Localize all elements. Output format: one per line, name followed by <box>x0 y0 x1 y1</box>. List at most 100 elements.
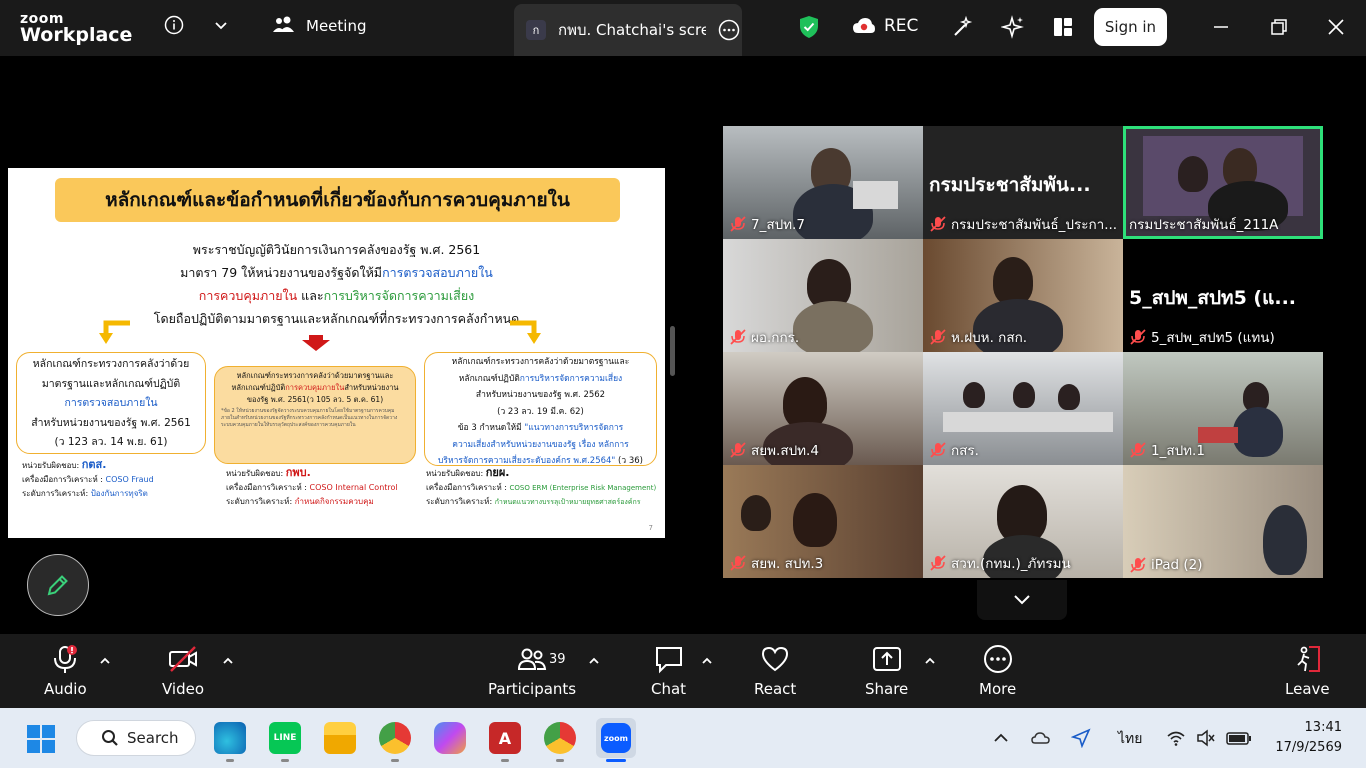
audio-button[interactable]: Audio <box>44 644 87 698</box>
participant-tile-active-speaker[interactable]: กรมประชาสัมพันธ์_211A <box>1123 126 1323 239</box>
participant-tile[interactable]: 5_สปพ_สปท5 (แ... 5_สปพ_สปท5 (แทน) <box>1123 239 1323 352</box>
more-label: More <box>979 680 1017 698</box>
participants-count: 39 <box>549 652 566 667</box>
view-layout-icon[interactable] <box>1051 15 1075 39</box>
leave-button[interactable]: Leave <box>1285 644 1330 698</box>
video-options-caret-icon[interactable] <box>221 654 235 668</box>
input-language[interactable]: ไทย <box>1118 728 1142 750</box>
participant-tile[interactable]: สยพ.สปท.4 <box>723 352 923 465</box>
participant-tile[interactable]: ผอ.กกร. <box>723 239 923 352</box>
mic-muted-icon <box>730 442 746 458</box>
more-options-icon[interactable] <box>718 19 740 41</box>
restore-icon[interactable] <box>1268 16 1290 38</box>
leave-label: Leave <box>1285 680 1330 698</box>
recording-indicator[interactable]: REC <box>852 16 918 36</box>
participant-tile[interactable]: กสร. <box>923 352 1123 465</box>
meeting-menu[interactable]: Meeting <box>272 15 366 37</box>
box-text: ข้อ 3 กำหนดให้มี "แนวทางการบริหารจัดการ <box>425 420 656 437</box>
participants-options-caret-icon[interactable] <box>587 654 601 668</box>
audio-label: Audio <box>44 680 87 698</box>
participant-tile[interactable]: กรมประชาสัมพัน... กรมประชาสัมพันธ์_ประกา… <box>923 126 1123 239</box>
box-text: หลักเกณฑ์ปฏิบัติการควบคุมภายในสำหรับหน่ว… <box>221 382 409 394</box>
participant-tile[interactable]: 7_สปท.7 <box>723 126 923 239</box>
acrobat-icon[interactable]: A <box>489 722 521 754</box>
copilot-icon[interactable] <box>434 722 466 754</box>
annotate-button[interactable] <box>27 554 89 616</box>
chat-label: Chat <box>651 680 687 698</box>
slide-text-highlight: การบริหารจัดการความเสี่ยง <box>323 288 475 303</box>
line-app-icon[interactable]: LINE <box>269 722 301 754</box>
search-icon <box>102 730 118 746</box>
info-icon[interactable] <box>163 14 185 36</box>
battery-icon[interactable] <box>1226 728 1252 748</box>
resp-label: ระดับการวิเคราะห์: <box>226 497 295 506</box>
show-hidden-icons-icon[interactable] <box>991 728 1011 748</box>
arrow-down-icon <box>302 335 330 351</box>
risk-management-box: หลักเกณฑ์กระทรวงการคลังว่าด้วยมาตรฐานและ… <box>424 352 657 466</box>
wifi-icon[interactable] <box>1166 728 1186 748</box>
splitter-handle[interactable] <box>670 326 675 376</box>
responsibility-block-3: หน่วยรับผิดชอบ: กยผ. เครื่องมือการวิเครา… <box>426 466 656 509</box>
system-clock[interactable]: 13:41 17/9/2569 <box>1272 718 1342 758</box>
resp-tool: COSO ERM (Enterprise Risk Management) <box>509 484 657 492</box>
video-button[interactable]: Video <box>162 644 204 698</box>
box-text-highlight: การบริหารจัดการความเสี่ยง <box>519 373 623 384</box>
chat-button[interactable]: Chat <box>651 644 686 698</box>
location-icon[interactable] <box>1071 728 1091 748</box>
share-options-caret-icon[interactable] <box>923 654 937 668</box>
more-button[interactable]: More <box>979 644 1016 698</box>
resp-owner: กตส. <box>81 458 107 471</box>
resp-label: หน่วยรับผิดชอบ: <box>426 469 486 478</box>
participant-name: กรมประชาสัมพันธ์_211A <box>1129 217 1279 233</box>
taskbar-search[interactable]: Search <box>76 720 196 756</box>
box-text: สำหรับหน่วยงานของรัฐ พ.ศ. 2561 <box>31 416 191 429</box>
chevron-down-icon[interactable] <box>212 16 230 34</box>
edge-icon[interactable] <box>214 722 246 754</box>
security-shield-icon[interactable] <box>798 15 820 39</box>
box-text: (ว 123 ลว. 14 พ.ย. 61) <box>54 436 168 448</box>
resp-level: ป้องกันการทุจริต <box>90 489 148 498</box>
running-indicator <box>556 759 564 762</box>
ai-companion-sparkle-icon[interactable] <box>1001 15 1025 39</box>
gallery-expand-button[interactable] <box>977 580 1067 620</box>
participant-tile[interactable]: iPad (2) <box>1123 465 1323 578</box>
ai-wand-icon[interactable] <box>951 15 975 39</box>
box-text: สำหรับหน่วยงานของรัฐ พ.ศ. 2562 <box>475 390 606 400</box>
box-text-highlight: "แนวทางการบริหารจัดการ <box>524 423 624 433</box>
participant-tile[interactable]: 1_สปท.1 <box>1123 352 1323 465</box>
resp-level: กำหนดแนวทางบรรลุเป้าหมายยุทธศาสตร์องค์กร <box>494 498 641 506</box>
participant-name: 7_สปท.7 <box>751 217 805 233</box>
video-gallery: 7_สปท.7 กรมประชาสัมพัน... กรมประชาสัมพัน… <box>723 126 1323 578</box>
participant-name: ผอ.กกร. <box>751 330 800 346</box>
heart-icon <box>762 646 789 672</box>
file-explorer-icon[interactable] <box>324 722 356 754</box>
minimize-icon[interactable] <box>1210 16 1232 38</box>
responsibility-block-1: หน่วยรับผิดชอบ: กตส. เครื่องมือการวิเครา… <box>22 458 154 501</box>
volume-muted-icon[interactable] <box>1196 728 1216 748</box>
participant-tile[interactable]: สวท.(กทม.)_ภัทรมน <box>923 465 1123 578</box>
mic-muted-icon <box>730 329 746 345</box>
participant-tile[interactable]: ห.ฝบห. กสก. <box>923 239 1123 352</box>
sign-in-button[interactable]: Sign in <box>1094 8 1167 46</box>
chat-icon <box>655 647 682 674</box>
box-text-highlight: บริหารจัดการความเสี่ยงระดับองค์กร พ.ศ.25… <box>438 456 616 466</box>
participant-name: สยพ. สปท.3 <box>751 556 824 572</box>
react-label: React <box>754 680 797 698</box>
resp-label: ระดับการวิเคราะห์: <box>426 497 495 506</box>
share-button[interactable]: Share <box>865 644 908 698</box>
zoom-taskbar-icon[interactable]: zoom <box>596 718 636 758</box>
audio-options-caret-icon[interactable] <box>98 654 112 668</box>
participant-display-name: กรมประชาสัมพัน... <box>929 174 1091 196</box>
logo-line2: Workplace <box>20 24 133 46</box>
chat-options-caret-icon[interactable] <box>700 654 714 668</box>
onedrive-icon[interactable] <box>1031 728 1051 748</box>
chrome-profile-icon[interactable] <box>544 722 576 754</box>
shared-screen-tab[interactable]: ก กพบ. Chatchai's screen <box>514 4 742 56</box>
chrome-icon[interactable] <box>379 722 411 754</box>
clock-date: 17/9/2569 <box>1275 740 1342 755</box>
close-icon[interactable] <box>1325 16 1347 38</box>
react-button[interactable]: React <box>754 644 796 698</box>
windows-start-icon[interactable] <box>26 724 56 754</box>
participant-tile[interactable]: สยพ. สปท.3 <box>723 465 923 578</box>
participant-name: สวท.(กทม.)_ภัทรมน <box>951 556 1071 572</box>
